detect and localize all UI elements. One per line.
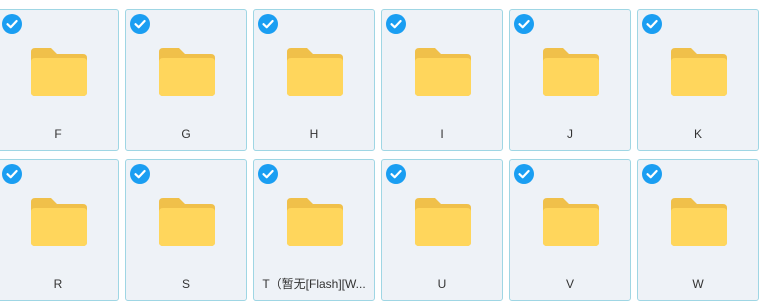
folder-name: J [567, 127, 573, 141]
folder-icon [671, 198, 727, 246]
check-circle-icon[interactable] [514, 14, 534, 34]
check-circle-icon[interactable] [2, 164, 22, 184]
folder-name: I [440, 127, 444, 141]
folder-tile[interactable]: W [637, 159, 759, 301]
folder-tile[interactable]: K [637, 9, 759, 151]
folder-tile[interactable]: G [125, 9, 247, 151]
folder-tile[interactable]: I [381, 9, 503, 151]
folder-tile[interactable]: H [253, 9, 375, 151]
folder-icon [31, 48, 87, 96]
folder-name: H [309, 127, 319, 141]
folder-name: V [565, 277, 574, 291]
check-circle-icon[interactable] [514, 164, 534, 184]
check-circle-icon[interactable] [258, 14, 278, 34]
folder-name: U [437, 277, 447, 291]
folder-name: G [181, 127, 191, 141]
folder-tile[interactable]: F [0, 9, 119, 151]
folder-icon [31, 198, 87, 246]
check-circle-icon[interactable] [642, 14, 662, 34]
folder-icon [415, 48, 471, 96]
folder-icon [543, 198, 599, 246]
folder-icon [159, 198, 215, 246]
check-circle-icon[interactable] [130, 14, 150, 34]
folder-icon [543, 48, 599, 96]
folder-grid: F G H I J K R S T（暂无[Flash][W... U V W [0, 9, 762, 303]
check-circle-icon[interactable] [130, 164, 150, 184]
folder-tile[interactable]: R [0, 159, 119, 301]
folder-tile[interactable]: T（暂无[Flash][W... [253, 159, 375, 301]
check-circle-icon[interactable] [642, 164, 662, 184]
folder-icon [671, 48, 727, 96]
folder-icon [415, 198, 471, 246]
check-circle-icon[interactable] [386, 164, 406, 184]
folder-icon [287, 198, 343, 246]
check-circle-icon[interactable] [2, 14, 22, 34]
folder-tile[interactable]: S [125, 159, 247, 301]
folder-name: K [693, 127, 702, 141]
folder-icon [159, 48, 215, 96]
folder-name: F [54, 127, 62, 141]
check-circle-icon[interactable] [386, 14, 406, 34]
folder-name: W [692, 277, 704, 291]
folder-tile[interactable]: U [381, 159, 503, 301]
folder-name: T（暂无[Flash][W... [262, 277, 366, 291]
folder-tile[interactable]: V [509, 159, 631, 301]
folder-name: S [181, 277, 190, 291]
check-circle-icon[interactable] [258, 164, 278, 184]
folder-icon [287, 48, 343, 96]
folder-name: R [53, 277, 63, 291]
folder-tile[interactable]: J [509, 9, 631, 151]
